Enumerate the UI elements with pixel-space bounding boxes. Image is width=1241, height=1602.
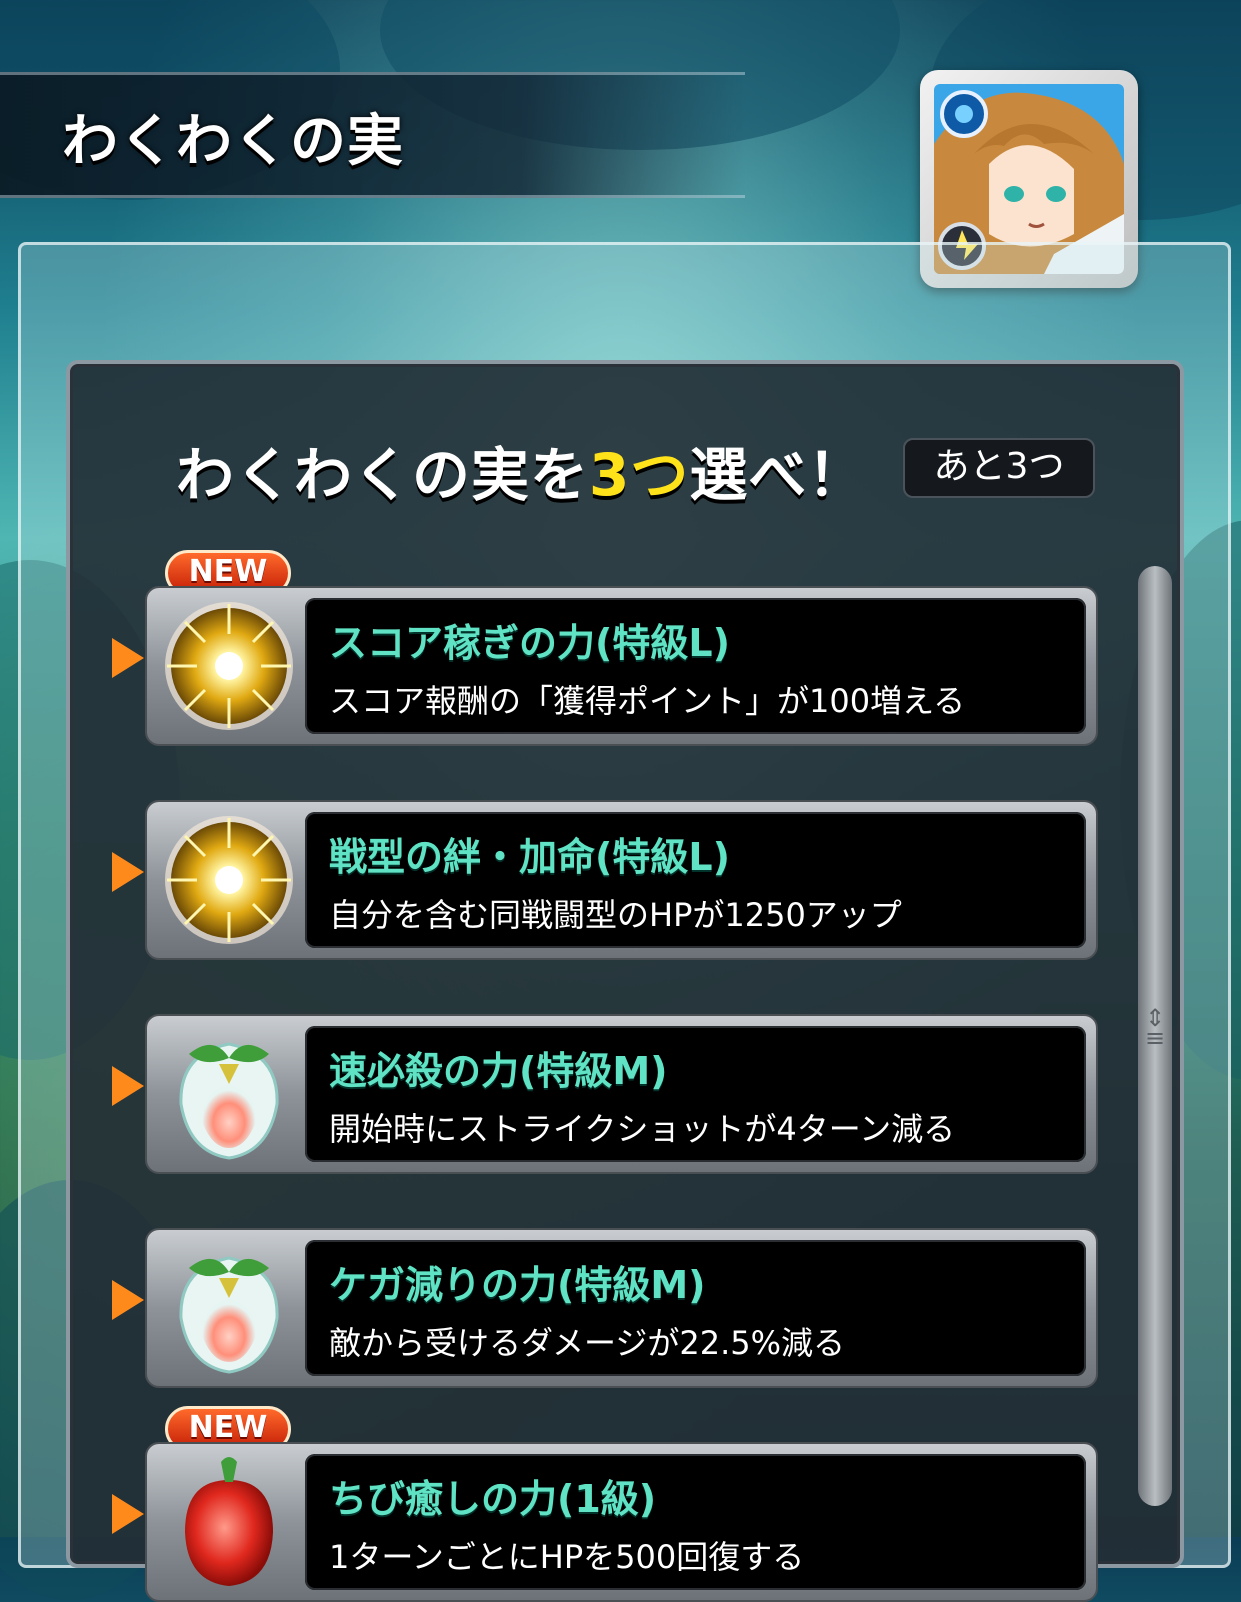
fruit-option-strike-shot-speed[interactable]: 速必殺の力(特級M) 開始時にストライクショットが4ターン減る <box>145 1014 1098 1174</box>
fruit-description: スコア報酬の「獲得ポイント」が100増える <box>329 682 966 720</box>
leaf-peach-fruit-icon <box>159 1238 299 1378</box>
selection-arrow-icon <box>112 1066 144 1106</box>
selection-arrow-icon <box>112 852 144 892</box>
fruit-info: 戦型の絆・加命(特級L) 自分を含む同戦闘型のHPが1250アップ <box>305 812 1086 948</box>
fruit-name: ケガ減りの力(特級M) <box>329 1263 706 1307</box>
fruit-option-score-boost[interactable]: スコア稼ぎの力(特級L) スコア報酬の「獲得ポイント」が100増える <box>145 586 1098 746</box>
selection-arrow-icon <box>112 1494 144 1534</box>
leaf-peach-fruit-icon <box>159 1024 299 1164</box>
fruit-description: 開始時にストライクショットが4ターン減る <box>329 1110 956 1148</box>
selection-prompt: わくわくの実を3つ選べ！ <box>176 428 866 512</box>
scroll-handle-icon[interactable]: ⇕ ≡ <box>1142 1006 1168 1068</box>
fruit-description: 敵から受けるダメージが22.5%減る <box>329 1324 846 1362</box>
prompt-text-after: 選べ！ <box>689 441 867 509</box>
fruit-option-small-heal[interactable]: ちび癒しの力(1級) 1ターンごとにHPを500回復する <box>145 1442 1098 1602</box>
remaining-count-badge: あと3つ <box>903 438 1095 498</box>
fruit-name: ちび癒しの力(1級) <box>329 1477 657 1521</box>
fruit-info: ケガ減りの力(特級M) 敵から受けるダメージが22.5%減る <box>305 1240 1086 1376</box>
prompt-count: 3つ <box>589 441 690 509</box>
fruit-option-damage-reduction[interactable]: ケガ減りの力(特級M) 敵から受けるダメージが22.5%減る <box>145 1228 1098 1388</box>
fruit-option-type-bond-hp[interactable]: 戦型の絆・加命(特級L) 自分を含む同戦闘型のHPが1250アップ <box>145 800 1098 960</box>
fruit-name: 戦型の絆・加命(特級L) <box>329 835 730 879</box>
fruit-info: スコア稼ぎの力(特級L) スコア報酬の「獲得ポイント」が100増える <box>305 598 1086 734</box>
selection-arrow-icon <box>112 1280 144 1320</box>
page-title: わくわくの実 <box>62 109 404 174</box>
fruit-description: 自分を含む同戦闘型のHPが1250アップ <box>329 896 902 934</box>
fruit-name: スコア稼ぎの力(特級L) <box>329 621 730 665</box>
prompt-text-before: わくわくの実を <box>176 441 590 509</box>
fruit-description: 1ターンごとにHPを500回復する <box>329 1538 805 1576</box>
selection-arrow-icon <box>112 638 144 678</box>
fruit-name: 速必殺の力(特級M) <box>329 1049 668 1093</box>
gold-sun-fruit-icon <box>159 596 299 736</box>
fruit-info: 速必殺の力(特級M) 開始時にストライクショットが4ターン減る <box>305 1026 1086 1162</box>
fruit-info: ちび癒しの力(1級) 1ターンごとにHPを500回復する <box>305 1454 1086 1590</box>
gold-sun-fruit-icon <box>159 810 299 950</box>
red-fruit-icon <box>159 1452 299 1592</box>
